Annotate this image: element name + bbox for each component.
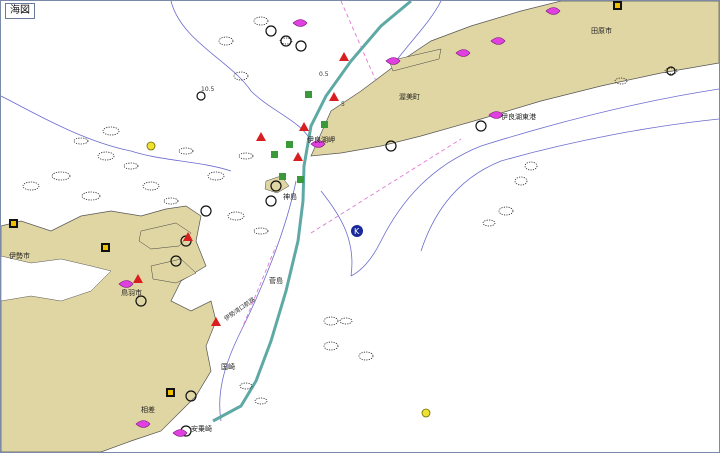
- label-kamijima: 神島: [283, 192, 297, 201]
- label-south1: 国崎: [221, 362, 235, 371]
- buoy-green-icon: [286, 141, 293, 148]
- svg-text:K: K: [354, 227, 360, 236]
- chart-canvas[interactable]: K 伊良湖岬 田原市 渥美町 伊勢市 鳥羽市 神島 菅島 伊良湖東港 国崎 相差…: [1, 1, 719, 452]
- label-irago: 伊良湖岬: [307, 135, 335, 144]
- label-south3: 安乗崎: [191, 424, 212, 433]
- depth-3: 5: [341, 101, 345, 108]
- chart-title-tab[interactable]: 海図: [5, 3, 35, 19]
- buoy-green-icon: [297, 176, 304, 183]
- buoy-green-icon: [305, 91, 312, 98]
- marker-k-icon: K: [351, 225, 363, 237]
- label-atsumi: 渥美町: [399, 92, 420, 101]
- label-east-coast: 伊良湖東港: [501, 112, 536, 121]
- label-ise: 伊勢市: [9, 251, 30, 260]
- label-toba: 鳥羽市: [121, 288, 142, 297]
- buoy-green-icon: [271, 151, 278, 158]
- depth-1: 10.5: [201, 86, 215, 93]
- buoy-green-icon: [321, 121, 328, 128]
- depth-2: 0.5: [319, 71, 329, 78]
- buoy-green-icon: [279, 173, 286, 180]
- window-title: 海図: [10, 5, 30, 16]
- label-sugashima: 菅島: [269, 276, 283, 285]
- label-tahara: 田原市: [591, 26, 612, 35]
- nautical-chart-window[interactable]: K 伊良湖岬 田原市 渥美町 伊勢市 鳥羽市 神島 菅島 伊良湖東港 国崎 相差…: [0, 0, 720, 453]
- label-south2: 相差: [141, 405, 155, 414]
